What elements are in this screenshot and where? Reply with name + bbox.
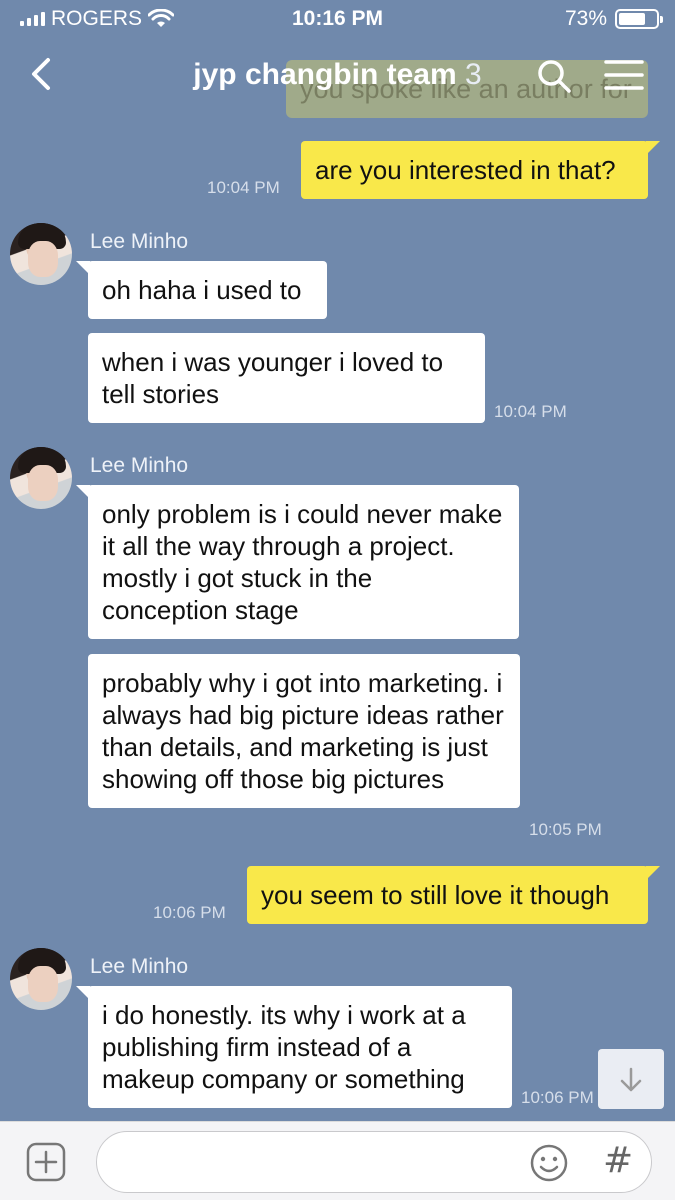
plus-square-icon[interactable] (26, 1142, 66, 1182)
avatar[interactable] (10, 447, 72, 509)
hashtag-button[interactable]: # (603, 1140, 635, 1182)
message-text: i do honestly. its why i work at a publi… (102, 1000, 466, 1094)
bubble-tail (76, 986, 90, 1000)
message-text: oh haha i used to (102, 275, 302, 305)
message-text: when i was younger i loved to tell stori… (102, 347, 444, 409)
message-text: only problem is i could never make it al… (102, 499, 503, 625)
header: you spoke like an author for ROGERS 10:1… (0, 0, 675, 118)
arrow-down-icon (620, 1067, 642, 1092)
member-count: 3 (465, 58, 482, 91)
sender-name: Lee Minho (90, 955, 189, 978)
scroll-to-bottom-button[interactable] (598, 1049, 664, 1109)
message-time: 10:04 PM (494, 402, 567, 421)
avatar[interactable] (10, 948, 72, 1010)
message-time: 10:05 PM (529, 820, 602, 839)
bubble-tail (646, 866, 660, 880)
their-message-bubble[interactable]: probably why i got into marketing. i alw… (88, 654, 520, 808)
bubble-tail (76, 485, 90, 499)
smiley-icon[interactable] (529, 1143, 569, 1183)
their-message-bubble[interactable]: i do honestly. its why i work at a publi… (76, 986, 512, 1108)
hamburger-menu-icon[interactable] (603, 58, 645, 92)
my-message-bubble[interactable]: you seem to still love it though (247, 866, 660, 924)
chat-title-text: jyp changbin team (193, 58, 457, 91)
their-message-bubble[interactable]: oh haha i used to (76, 261, 327, 319)
bubble-tail (76, 261, 90, 275)
message-text: you seem to still love it though (261, 880, 610, 910)
battery-percent: 73% (564, 7, 607, 30)
bubble-tail (646, 141, 660, 155)
message-input-bar: # (0, 1121, 675, 1200)
avatar[interactable] (10, 223, 72, 285)
message-text: probably why i got into marketing. i alw… (102, 668, 504, 794)
my-message-bubble[interactable]: are you interested in that? (301, 141, 660, 199)
status-bar: ROGERS 10:16 PM 73% (0, 0, 675, 38)
their-message-bubble[interactable]: only problem is i could never make it al… (76, 485, 519, 639)
message-text: are you interested in that? (315, 155, 616, 185)
message-time: 10:04 PM (207, 178, 280, 197)
sender-name: Lee Minho (90, 230, 189, 253)
battery-icon (615, 9, 663, 29)
navigation-bar: jyp changbin team 3 (0, 46, 675, 106)
search-icon[interactable] (534, 56, 574, 96)
sender-name: Lee Minho (90, 454, 189, 477)
their-message-bubble[interactable]: when i was younger i loved to tell stori… (88, 333, 485, 423)
message-time: 10:06 PM (153, 903, 226, 922)
message-time: 10:06 PM (521, 1088, 594, 1107)
